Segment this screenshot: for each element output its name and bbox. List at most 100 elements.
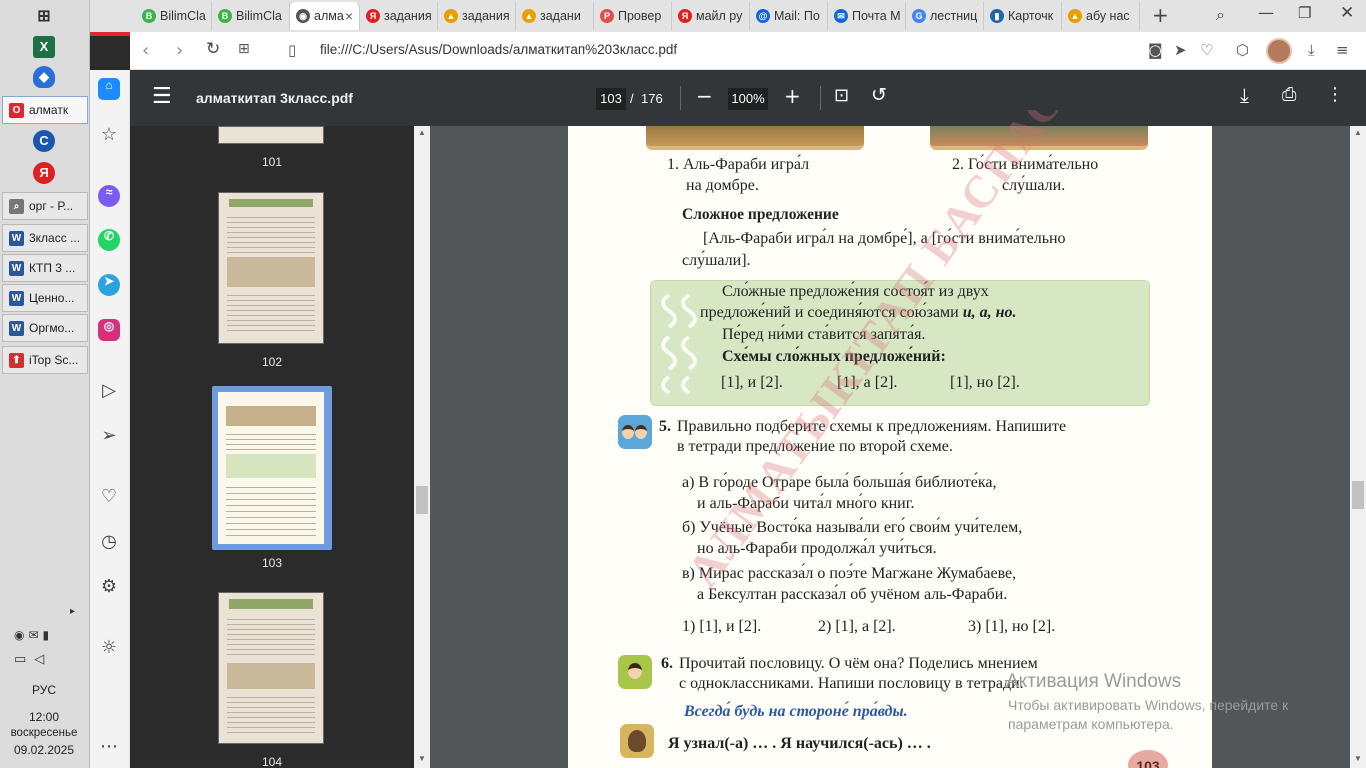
lightbulb-icon[interactable]: ☼ [98, 637, 120, 659]
restore-icon[interactable]: ❐ [1298, 4, 1311, 22]
language-indicator[interactable]: РУС [0, 683, 88, 697]
tab-4[interactable]: Язадания [360, 2, 438, 30]
reload-icon[interactable]: ↻ [206, 39, 220, 59]
thumbnail-page-101[interactable] [218, 126, 324, 144]
tab-label: задания [462, 9, 510, 23]
rotate-icon[interactable]: ↺ [871, 84, 887, 106]
thumbnail-scrollbar[interactable]: ▲ ▼ [414, 126, 430, 768]
close-tab-icon[interactable]: × [345, 2, 353, 30]
cube-icon[interactable]: ⬡ [1236, 41, 1249, 59]
toolbar-divider [820, 86, 821, 110]
sentence-c-line-2: а Бексултан рассказа́л об учёном аль-Фар… [697, 586, 1008, 603]
tray-icons[interactable]: ◉✉▮ [14, 628, 53, 642]
tab-5[interactable]: ▲ задания [438, 2, 516, 30]
player-icon[interactable]: ▷ [98, 380, 120, 402]
tab-grid-icon[interactable]: ⊞ [238, 41, 250, 57]
heart-icon[interactable]: ♡ [1200, 41, 1213, 59]
tab-11[interactable]: Gлестниц [906, 2, 984, 30]
tab-favicon-icon: G [912, 9, 926, 23]
clock-time[interactable]: 12:00 [0, 710, 88, 724]
close-window-icon[interactable]: ✕ [1340, 3, 1354, 23]
taskbar-item-word-2[interactable]: W КТП 3 ... [2, 254, 88, 282]
tab-1[interactable]: B BilimCla [136, 2, 212, 30]
sentence-a-line-1: а) В го́роде Отраре была́ больша́я библи… [682, 474, 997, 491]
fit-page-icon[interactable]: ⊡ [834, 85, 849, 106]
send-sidebar-icon[interactable]: ➢ [98, 425, 120, 447]
start-icon[interactable]: ⊞ [33, 6, 55, 28]
tray-expand-icon[interactable]: ▸ [70, 606, 75, 617]
hamburger-menu-icon[interactable]: ☰ [152, 84, 172, 109]
tab-9[interactable]: @ Mail: По [750, 2, 828, 30]
forward-icon[interactable]: › [176, 40, 183, 61]
page-total: 176 [641, 91, 663, 106]
print-icon[interactable]: ⎙ [1282, 84, 1296, 105]
search-tabs-icon[interactable]: ⌕ [1216, 5, 1225, 25]
file-icon: ▯ [288, 41, 297, 59]
tab-12[interactable]: ▮ Карточк [984, 2, 1062, 30]
caption-2-line-2: слу́шали. [1002, 177, 1066, 194]
zoom-input[interactable]: 100% [728, 88, 768, 110]
messenger-icon[interactable]: ≈ [98, 185, 120, 207]
tab-favicon-icon: Я [678, 9, 692, 23]
minimize-icon[interactable]: — [1258, 3, 1274, 22]
proverb: Всегда́ будь на стороне́ пра́вды. [684, 703, 908, 720]
excel-icon[interactable]: X [33, 36, 55, 58]
sentence-b-line-1: б) Учёные Восто́ка называ́ли его́ свои́м… [682, 519, 1023, 536]
taskbar-item-word-3[interactable]: W Ценно... [2, 284, 88, 312]
back-icon[interactable]: ‹ [142, 40, 149, 61]
send-icon[interactable]: ➤ [1174, 41, 1187, 59]
more-actions-icon[interactable]: ⋮ [1326, 84, 1344, 105]
tab-13[interactable]: ▲ абу нас [1062, 2, 1140, 30]
rule-line-2: предложе́ний и соединя́ются сою́зами и, … [700, 304, 1017, 322]
home-icon[interactable]: ⌂ [98, 78, 120, 100]
whatsapp-icon[interactable]: ✆ [98, 229, 120, 251]
document-scrollbar[interactable]: ▲ ▼ [1350, 126, 1366, 768]
page-number-input[interactable]: 103 [596, 88, 626, 110]
scheme-option-2: 2) [1], а [2]. [818, 618, 896, 635]
ornament-decoration [661, 293, 697, 395]
thumbnail-page-104[interactable] [218, 592, 324, 744]
download-icon[interactable]: ⤓ [1240, 83, 1249, 107]
zoom-out-icon[interactable]: − [696, 84, 713, 108]
zoom-in-icon[interactable]: + [784, 84, 801, 108]
tab-3[interactable]: ◉ алма × [290, 2, 360, 30]
taskbar-item-search[interactable]: ⌕ орг - Р... [2, 192, 88, 220]
individual-work-icon [618, 655, 652, 689]
word-icon: W [9, 261, 24, 276]
taskbar-item-word-4[interactable]: W Оргмо... [2, 314, 88, 342]
taskbar-item-word-1[interactable]: W 3класс ... [2, 224, 88, 252]
caption-1-line-1: 1. Аль-Фараби игра́л [667, 156, 810, 173]
heart-sidebar-icon[interactable]: ♡ [98, 486, 120, 508]
tab-8[interactable]: Ямайл ру [672, 2, 750, 30]
yandex-icon[interactable]: Я [33, 162, 55, 184]
shield-icon[interactable]: ◆ [33, 66, 55, 88]
complex-sentence-title: Сложное предложение [682, 206, 839, 223]
star-icon[interactable]: ☆ [98, 124, 120, 146]
url-field[interactable]: file:///C:/Users/Asus/Downloads/алматкит… [320, 42, 677, 57]
more-icon[interactable]: ⋯ [98, 736, 120, 758]
taskbar-item-opera[interactable]: Oалматк [2, 96, 88, 124]
thumbnail-page-102[interactable] [218, 192, 324, 344]
taskbar-item-itop[interactable]: ⬆ iTop Sc... [2, 346, 88, 374]
settings-icon[interactable]: ⚙ [98, 576, 120, 598]
rule-scheme-2: [1], а [2]. [837, 374, 898, 391]
tray-volume-icon[interactable]: ▭◁ [14, 652, 52, 667]
tab-label: BilimCla [160, 9, 206, 23]
c-app-icon[interactable]: C [33, 130, 55, 152]
tab-2[interactable]: B BilimCla [212, 2, 290, 30]
tab-6[interactable]: ▲ задани [516, 2, 594, 30]
windows-taskbar: ⊞ X ◆ Oалматк C Я ⌕ орг - Р... W 3класс ..… [0, 0, 90, 768]
menu-lines-icon[interactable]: ≡ [1336, 41, 1349, 59]
thumbnail-page-103[interactable] [218, 392, 324, 544]
clock-date: 09.02.2025 [13, 743, 75, 757]
history-icon[interactable]: ◷ [98, 531, 120, 553]
downloads-icon[interactable]: ⤓ [1308, 41, 1315, 59]
instagram-icon[interactable]: ◎ [98, 319, 120, 341]
new-tab-icon[interactable]: + [1152, 3, 1169, 27]
camera-icon[interactable]: ◙ [1148, 41, 1163, 59]
pdf-filename: алматкитап 3класс.pdf [196, 90, 353, 106]
avatar[interactable] [1266, 38, 1292, 64]
tab-10[interactable]: ✉ Почта М [828, 2, 906, 30]
telegram-icon[interactable]: ➤ [98, 274, 120, 296]
tab-7[interactable]: P Провер [594, 2, 672, 30]
